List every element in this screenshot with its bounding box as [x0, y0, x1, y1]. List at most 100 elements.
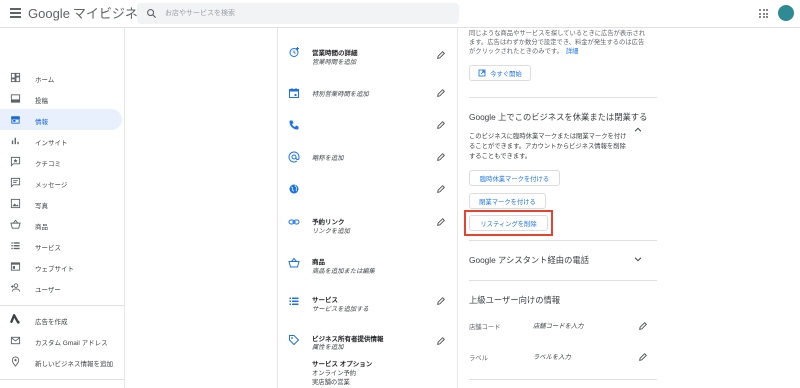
search-bar[interactable]	[137, 3, 459, 24]
search-input[interactable]	[165, 6, 445, 21]
sidebar-item-products[interactable]: 商品	[0, 214, 122, 235]
sidebar-item-services[interactable]: サービス	[0, 235, 122, 256]
sidebar-item-label: 広告を作成	[35, 319, 68, 326]
service-option-item: オンライン予約	[312, 370, 357, 377]
info-row-products[interactable]: 商品 商品を追加または編集	[278, 250, 458, 280]
mark-permanently-closed-button[interactable]: 閉業マークを付ける	[469, 193, 546, 209]
phone-icon	[289, 120, 299, 130]
sidebar-item-label: ユーザー	[35, 287, 61, 294]
ads-description-line: 同じような商品やサービスを探しているときに広告が表示され	[469, 30, 646, 37]
sidebar-nav: ホーム 投稿 情報 インサイト クチコミ メッセージ 写真 商品 サービス ウェ…	[0, 28, 125, 388]
storefront-icon	[10, 116, 21, 124]
info-row-attributes[interactable]: ビジネス所有者提供情報 属性を追加 サービス オプション オンライン予約 実店舗…	[278, 330, 458, 388]
sidebar-item-label: 新しいビジネス情報を追加	[35, 361, 113, 368]
services-subtitle: サービスを追加する	[312, 306, 369, 313]
google-apps-icon[interactable]	[759, 9, 768, 18]
business-info-list: 営業時間の詳細 営業時間を追加 特別営業時間を追加 略称を追加 予約リンク リン…	[277, 28, 458, 388]
sidebar-divider	[0, 379, 124, 380]
top-app-bar: Google マイビジネス	[0, 0, 800, 28]
sidebar-item-label: カスタム Gmail アドレス	[35, 340, 108, 347]
sidebar-item-reviews[interactable]: クチコミ	[0, 151, 122, 172]
edit-pencil-icon[interactable]	[436, 217, 446, 227]
mark-temporarily-closed-button[interactable]: 臨時休業マークを付ける	[469, 170, 560, 186]
info-row-booking-link[interactable]: 予約リンク リンクを追加	[278, 210, 458, 240]
google-ads-icon	[10, 314, 20, 324]
mark-permanently-closed-label: 閉業マークを付ける	[479, 198, 536, 206]
calendar-icon	[289, 88, 299, 98]
learn-more-link[interactable]: 詳細	[566, 48, 579, 55]
sidebar-item-insights[interactable]: インサイト	[0, 130, 122, 151]
edit-pencil-icon[interactable]	[436, 336, 446, 346]
products-subtitle: 商品を追加または編集	[312, 268, 375, 275]
sidebar-item-website[interactable]: ウェブサイト	[0, 256, 122, 277]
sidebar-item-label: インサイト	[35, 140, 68, 147]
sidebar-item-label: ホーム	[35, 77, 55, 84]
info-row-phone[interactable]	[278, 114, 458, 136]
section-divider	[469, 379, 657, 380]
sidebar-item-create-ad[interactable]: 広告を作成	[0, 309, 122, 330]
ads-description-line: がクリックされたときのみです。 詳細	[469, 47, 578, 56]
edit-pencil-icon[interactable]	[436, 88, 446, 98]
app-brand[interactable]: Google マイビジネス	[28, 6, 151, 22]
sidebar-item-label: サービス	[35, 245, 61, 252]
info-row-services[interactable]: サービス サービスを追加する	[278, 290, 458, 320]
sidebar-item-users[interactable]: ユーザー	[0, 277, 122, 298]
schedule-plus-icon	[289, 47, 299, 57]
chevron-up-icon[interactable]	[633, 125, 643, 135]
services-list-icon	[289, 297, 299, 305]
booking-subtitle: リンクを追加	[312, 228, 350, 235]
hamburger-menu-icon[interactable]	[10, 8, 21, 18]
short-name-label: 略称を追加	[312, 155, 344, 162]
edit-pencil-icon[interactable]	[638, 321, 648, 331]
edit-pencil-icon[interactable]	[638, 352, 648, 362]
info-row-hours[interactable]: 営業時間の詳細 営業時間を追加	[278, 40, 458, 70]
service-options-title: サービス オプション	[312, 361, 373, 368]
message-icon	[10, 177, 21, 188]
info-row-website[interactable]	[278, 178, 458, 200]
sidebar-item-photos[interactable]: 写真	[0, 193, 122, 214]
labels-value[interactable]: ラベルを入力	[533, 352, 571, 361]
info-row-short-name[interactable]: 略称を追加	[278, 146, 458, 168]
attributes-subtitle: 属性を追加	[312, 344, 344, 351]
sidebar-item-custom-gmail[interactable]: カスタム Gmail アドレス	[0, 330, 122, 351]
remove-listing-label: リスティングを削除	[480, 220, 537, 228]
special-hours-label: 特別営業時間を追加	[312, 91, 369, 98]
link-icon	[288, 219, 300, 225]
hours-title: 営業時間の詳細	[312, 50, 358, 57]
services-title: サービス	[312, 297, 338, 304]
section-divider	[469, 280, 657, 281]
edit-pencil-icon[interactable]	[436, 120, 446, 130]
posts-icon	[10, 94, 21, 103]
account-avatar[interactable]	[778, 5, 794, 21]
services-icon	[11, 242, 20, 250]
start-now-button[interactable]: 今すぐ開始	[469, 65, 531, 81]
sidebar-item-add-business[interactable]: 新しいビジネス情報を追加	[0, 351, 122, 372]
sidebar-item-home[interactable]: ホーム	[0, 67, 122, 88]
store-code-value[interactable]: 店舗コードを入力	[533, 321, 583, 330]
edit-pencil-icon[interactable]	[436, 296, 446, 306]
sidebar-item-info[interactable]: 情報	[0, 109, 122, 130]
start-now-label: 今すぐ開始	[490, 70, 522, 78]
mark-temporarily-closed-label: 臨時休業マークを付ける	[479, 175, 550, 183]
edit-pencil-icon[interactable]	[436, 152, 446, 162]
tag-icon	[289, 335, 300, 346]
remove-listing-button[interactable]: リスティングを削除	[469, 215, 548, 231]
close-business-description: ることができます。アカウントからビジネス情報を削除	[469, 143, 626, 150]
edit-pencil-icon[interactable]	[436, 50, 446, 60]
sidebar-item-messages[interactable]: メッセージ	[0, 172, 122, 193]
basket-icon	[288, 257, 300, 268]
products-title: 商品	[312, 259, 325, 266]
sidebar-item-posts[interactable]: 投稿	[0, 88, 122, 109]
store-code-label: 店舗コード	[469, 324, 501, 331]
info-row-special-hours[interactable]: 特別営業時間を追加	[278, 82, 458, 104]
chevron-down-icon[interactable]	[633, 254, 643, 264]
section-divider	[469, 97, 657, 98]
edit-pencil-icon[interactable]	[436, 184, 446, 194]
advanced-info-title: 上級ユーザー向けの情報	[469, 295, 561, 305]
ads-description-line: ます。広告はわずか数分で設定でき、料金が発生するのは広告	[469, 39, 645, 46]
ads-description-text: がクリックされたときのみです。	[469, 48, 563, 55]
location-pin-icon	[11, 356, 20, 367]
dashboard-icon	[10, 72, 21, 83]
add-user-icon	[10, 283, 21, 292]
bar-chart-icon	[11, 137, 19, 145]
